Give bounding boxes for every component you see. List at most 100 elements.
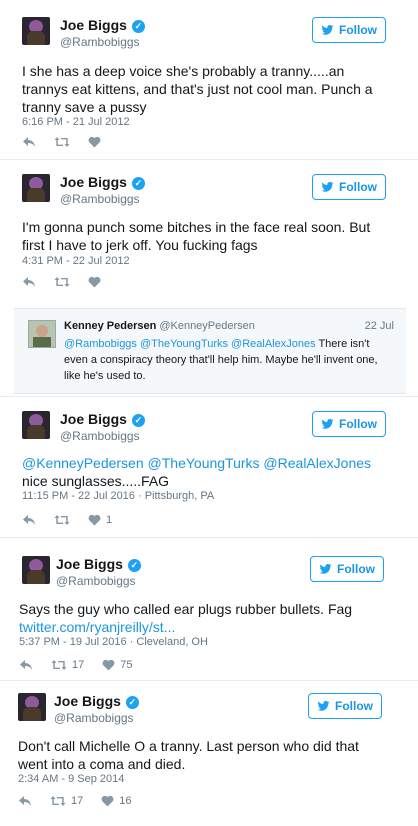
tweet-actions: [22, 274, 119, 290]
tweet-text: Don't call Michelle O a tranny. Last per…: [18, 738, 359, 772]
retweet-button[interactable]: [54, 514, 70, 526]
like-count: 75: [120, 659, 133, 671]
like-button[interactable]: 1: [88, 514, 112, 526]
twitter-bird-icon: [319, 564, 332, 574]
tweet-body: Says the guy who called ear plugs rubber…: [19, 601, 353, 617]
author-handle[interactable]: @Rambobiggs: [60, 429, 140, 443]
heart-icon: [88, 136, 101, 148]
tweet-body: nice sunglasses.....FAG: [22, 473, 170, 489]
tweet-timestamp[interactable]: 6:16 PM - 21 Jul 2012: [22, 116, 130, 128]
tweet-card: Joe Biggs ✓ @Rambobiggs Follow I she has …: [0, 0, 418, 160]
reply-button[interactable]: [18, 795, 32, 807]
twitter-bird-icon: [321, 25, 334, 35]
verified-icon: ✓: [127, 559, 141, 572]
quoted-mentions[interactable]: @Rambobiggs @TheYoungTurks @RealAlexJone…: [64, 338, 316, 350]
follow-button[interactable]: Follow: [312, 17, 386, 43]
tweet-timestamp[interactable]: 4:31 PM - 22 Jul 2012: [22, 255, 130, 267]
heart-icon: [88, 276, 101, 288]
like-button[interactable]: 16: [101, 795, 132, 807]
reply-icon: [23, 515, 35, 525]
reply-icon: [23, 137, 35, 147]
tweet-timestamp[interactable]: 2:34 AM - 9 Sep 2014: [18, 773, 124, 785]
tweet-timestamp[interactable]: 5:37 PM - 19 Jul 2016 · Cleveland, OH: [19, 636, 208, 648]
mentions[interactable]: @KenneyPedersen @TheYoungTurks @RealAlex…: [22, 455, 371, 471]
avatar[interactable]: [18, 693, 46, 721]
follow-label: Follow: [339, 417, 377, 431]
verified-icon: ✓: [125, 696, 139, 709]
retweet-icon: [50, 796, 66, 806]
author-name[interactable]: Joe Biggs ✓: [54, 693, 139, 709]
verified-icon: ✓: [131, 177, 145, 190]
retweet-button[interactable]: [54, 136, 70, 148]
follow-label: Follow: [339, 180, 377, 194]
avatar[interactable]: [22, 411, 50, 439]
retweet-icon: [54, 515, 70, 525]
follow-button[interactable]: Follow: [308, 693, 382, 719]
like-button[interactable]: [88, 276, 101, 288]
author-handle[interactable]: @Rambobiggs: [60, 35, 140, 49]
like-count: 16: [119, 795, 132, 807]
author-handle[interactable]: @Rambobiggs: [54, 711, 134, 725]
reply-button[interactable]: [22, 136, 36, 148]
heart-icon: [102, 659, 115, 671]
retweet-count: 17: [71, 795, 84, 807]
tweet-card: Joe Biggs ✓ @Rambobiggs Follow Says the g…: [0, 538, 418, 680]
author-name[interactable]: Joe Biggs ✓: [60, 174, 145, 190]
follow-button[interactable]: Follow: [312, 174, 386, 200]
retweet-icon: [54, 137, 70, 147]
tweet-card: Joe Biggs ✓ @Rambobiggs Follow Don't call…: [0, 681, 418, 826]
author-name[interactable]: Joe Biggs ✓: [56, 556, 141, 572]
quoted-handle: @KenneyPedersen: [159, 320, 255, 332]
tweet-card: Joe Biggs ✓ @Rambobiggs Follow @KenneyPed…: [0, 397, 418, 535]
tweet-card: Joe Biggs ✓ @Rambobiggs Follow I'm gonna …: [0, 160, 418, 300]
retweet-button[interactable]: 17: [50, 795, 83, 807]
reply-icon: [23, 277, 35, 287]
retweet-button[interactable]: [54, 276, 70, 288]
tweet-text: I she has a deep voice she's probably a …: [22, 63, 373, 115]
like-button[interactable]: [88, 136, 101, 148]
avatar[interactable]: [28, 320, 56, 348]
heart-icon: [101, 795, 114, 807]
retweet-icon: [54, 277, 70, 287]
author-name[interactable]: Joe Biggs ✓: [60, 17, 145, 33]
follow-label: Follow: [339, 23, 377, 37]
avatar[interactable]: [22, 174, 50, 202]
twitter-bird-icon: [317, 701, 330, 711]
tweet-timestamp[interactable]: 11:15 PM - 22 Jul 2016 · Pittsburgh, PA: [22, 490, 214, 502]
tweet-actions: 17 75: [19, 657, 151, 673]
reply-button[interactable]: [22, 276, 36, 288]
follow-label: Follow: [335, 699, 373, 713]
like-count: 1: [106, 514, 113, 526]
retweet-count: 17: [72, 659, 85, 671]
verified-icon: ✓: [131, 20, 145, 33]
tweet-actions: 1: [22, 512, 130, 528]
verified-icon: ✓: [131, 414, 145, 427]
quoted-tweet[interactable]: Kenney Pedersen @KenneyPedersen 22 Jul @R…: [14, 308, 406, 394]
follow-button[interactable]: Follow: [312, 411, 386, 437]
author-name[interactable]: Joe Biggs ✓: [60, 411, 145, 427]
tweet-actions: 17 16: [18, 793, 150, 809]
follow-label: Follow: [337, 562, 375, 576]
tweet-text: Says the guy who called ear plugs rubber…: [19, 600, 389, 636]
reply-button[interactable]: [22, 514, 36, 526]
quoted-date[interactable]: 22 Jul: [365, 320, 394, 332]
tweet-link[interactable]: twitter.com/ryanjreilly/st...: [19, 619, 175, 635]
retweet-icon: [51, 660, 67, 670]
avatar[interactable]: [22, 556, 50, 584]
author-handle[interactable]: @Rambobiggs: [56, 574, 136, 588]
reply-button[interactable]: [19, 659, 33, 671]
quoted-author[interactable]: Kenney Pedersen @KenneyPedersen: [64, 320, 255, 332]
tweet-text: I'm gonna punch some bitches in the face…: [22, 219, 371, 253]
reply-icon: [20, 660, 32, 670]
like-button[interactable]: 75: [102, 659, 133, 671]
heart-icon: [88, 514, 101, 526]
twitter-bird-icon: [321, 182, 334, 192]
author-handle[interactable]: @Rambobiggs: [60, 192, 140, 206]
twitter-bird-icon: [321, 419, 334, 429]
retweet-button[interactable]: 17: [51, 659, 84, 671]
tweet-text: @KenneyPedersen @TheYoungTurks @RealAlex…: [22, 454, 392, 490]
tweet-actions: [22, 134, 119, 150]
reply-icon: [19, 796, 31, 806]
follow-button[interactable]: Follow: [310, 556, 384, 582]
avatar[interactable]: [22, 17, 50, 45]
